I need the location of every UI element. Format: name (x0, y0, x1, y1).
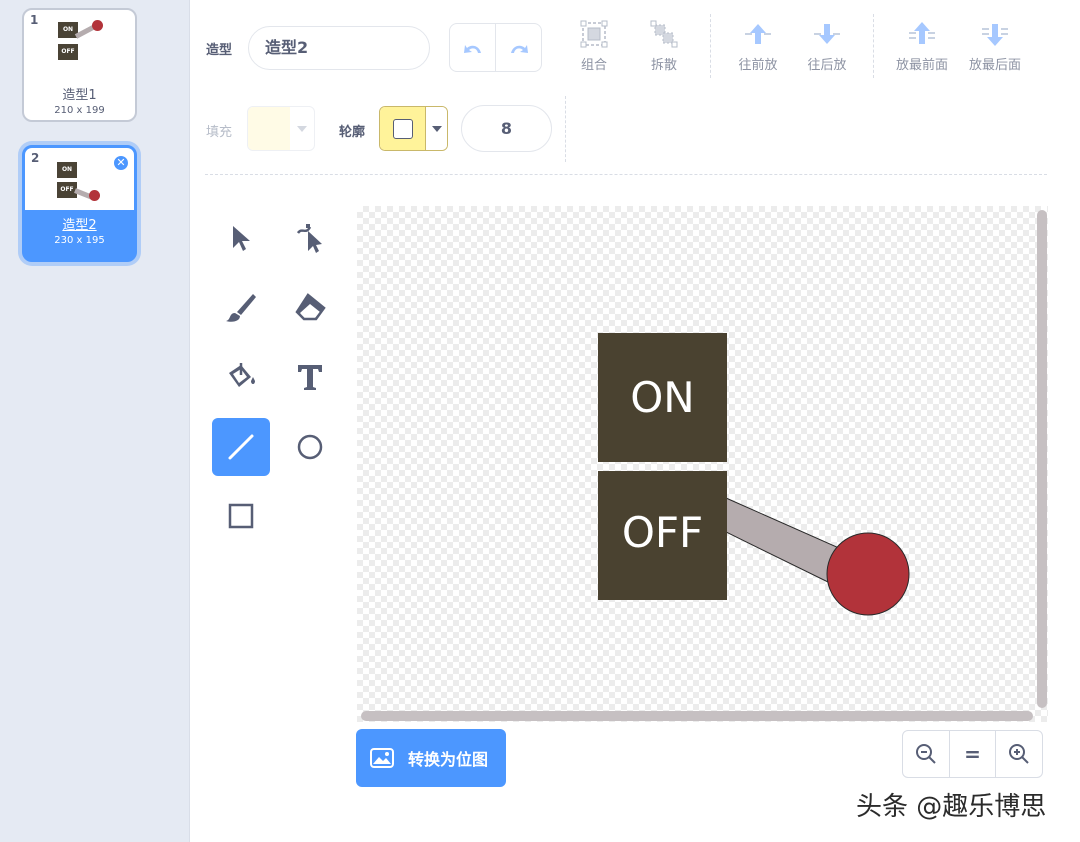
eraser-icon (295, 293, 326, 321)
reshape-tool[interactable] (281, 210, 339, 268)
ungroup-label: 拆散 (650, 58, 677, 73)
zoom-reset-label: = (964, 742, 981, 766)
horizontal-scrollbar[interactable] (361, 711, 1033, 721)
zoom-reset-button[interactable]: = (950, 731, 997, 777)
thumb-knob (89, 190, 100, 201)
front-button[interactable]: 放最前面 (890, 18, 954, 73)
costume-name-label: 造型 (206, 43, 233, 58)
paint-canvas[interactable]: ON OFF (357, 206, 1048, 722)
convert-to-bitmap-button[interactable]: 转换为位图 (356, 729, 506, 787)
lever-graphic (725, 497, 910, 616)
costume-number: 2 (31, 151, 40, 165)
group-button[interactable]: 组合 (562, 18, 626, 73)
forward-button[interactable]: 往前放 (726, 18, 790, 73)
costume-size: 210 x 199 (54, 105, 105, 116)
thumb-on-box: ON (57, 162, 77, 178)
group-icon (580, 20, 608, 48)
backward-icon (814, 24, 840, 44)
costume-name-input[interactable]: 造型2 (248, 26, 430, 70)
fill-color-swatch (248, 107, 290, 150)
text-icon (298, 365, 322, 390)
select-tool[interactable] (212, 210, 270, 268)
undo-redo-group (449, 23, 542, 72)
costume-item-2[interactable]: 2 ✕ ON OFF 造型2 230 x 195 (22, 145, 137, 262)
toolbar-divider (710, 14, 711, 78)
zoom-controls: = (902, 730, 1043, 778)
chevron-down-icon (426, 107, 447, 150)
chevron-down-icon (290, 107, 314, 150)
costume-name: 造型1 (62, 88, 97, 103)
off-switch-box[interactable]: OFF (598, 471, 727, 600)
group-label: 组合 (580, 58, 607, 73)
outline-color-swatch (380, 107, 426, 150)
toolbar-divider (873, 14, 874, 78)
rectangle-tool[interactable] (212, 487, 270, 545)
outline-color-picker[interactable] (379, 106, 448, 151)
line-tool[interactable] (212, 418, 270, 476)
undo-button[interactable] (450, 24, 496, 71)
thumb-knob (92, 20, 103, 31)
redo-button[interactable] (496, 24, 541, 71)
zoom-out-icon (915, 744, 936, 764)
toolbar-separator (205, 174, 1047, 175)
brush-icon (226, 294, 256, 322)
zoom-in-icon (1009, 744, 1029, 764)
fill-color-picker[interactable] (247, 106, 315, 151)
costume-name[interactable]: 造型2 (25, 214, 134, 233)
ungroup-icon (650, 20, 678, 48)
forward-label: 往前放 (738, 58, 778, 73)
costume-size: 230 x 195 (54, 235, 105, 246)
reshape-icon (296, 224, 322, 253)
costume-list: 1 ON OFF 造型1 210 x 199 2 ✕ ON OFF 造型2 23… (0, 0, 190, 842)
line-icon (228, 434, 254, 460)
text-tool[interactable] (281, 348, 339, 406)
zoom-in-button[interactable] (996, 731, 1042, 777)
on-switch-box[interactable]: ON (598, 333, 727, 462)
redo-icon (510, 44, 528, 53)
brush-tool[interactable] (212, 279, 270, 337)
zoom-out-button[interactable] (903, 731, 950, 777)
fill-tool[interactable] (212, 348, 270, 406)
vertical-scrollbar[interactable] (1037, 210, 1047, 708)
front-label: 放最前面 (895, 58, 948, 73)
fill-icon (229, 363, 255, 387)
ungroup-button[interactable]: 拆散 (632, 18, 696, 73)
fill-label: 填充 (206, 125, 233, 140)
costume-thumbnail: ON OFF (24, 10, 135, 80)
rectangle-icon (228, 503, 254, 529)
backward-label: 往后放 (807, 58, 847, 73)
back-label: 放最后面 (968, 58, 1021, 73)
image-icon (370, 748, 394, 768)
back-button[interactable]: 放最后面 (963, 18, 1027, 73)
backward-button[interactable]: 往后放 (795, 18, 859, 73)
back-icon (982, 24, 1008, 46)
forward-icon (745, 24, 771, 44)
circle-icon (297, 434, 323, 460)
front-icon (909, 22, 935, 44)
convert-label: 转换为位图 (408, 750, 489, 769)
delete-costume-icon[interactable]: ✕ (112, 154, 130, 172)
select-icon (233, 226, 250, 251)
switch-knob (826, 532, 910, 616)
undo-icon (463, 44, 481, 53)
outline-label: 轮廓 (339, 125, 366, 140)
circle-tool[interactable] (281, 418, 339, 476)
watermark: 头条 @趣乐博思 (856, 792, 1047, 822)
toolbar-divider (565, 96, 566, 162)
costume-item-1[interactable]: 1 ON OFF 造型1 210 x 199 (22, 8, 137, 122)
thumb-off-box: OFF (58, 44, 78, 60)
outline-width-input[interactable]: 8 (461, 105, 552, 152)
switch-lever (725, 497, 840, 584)
eraser-tool[interactable] (281, 279, 339, 337)
